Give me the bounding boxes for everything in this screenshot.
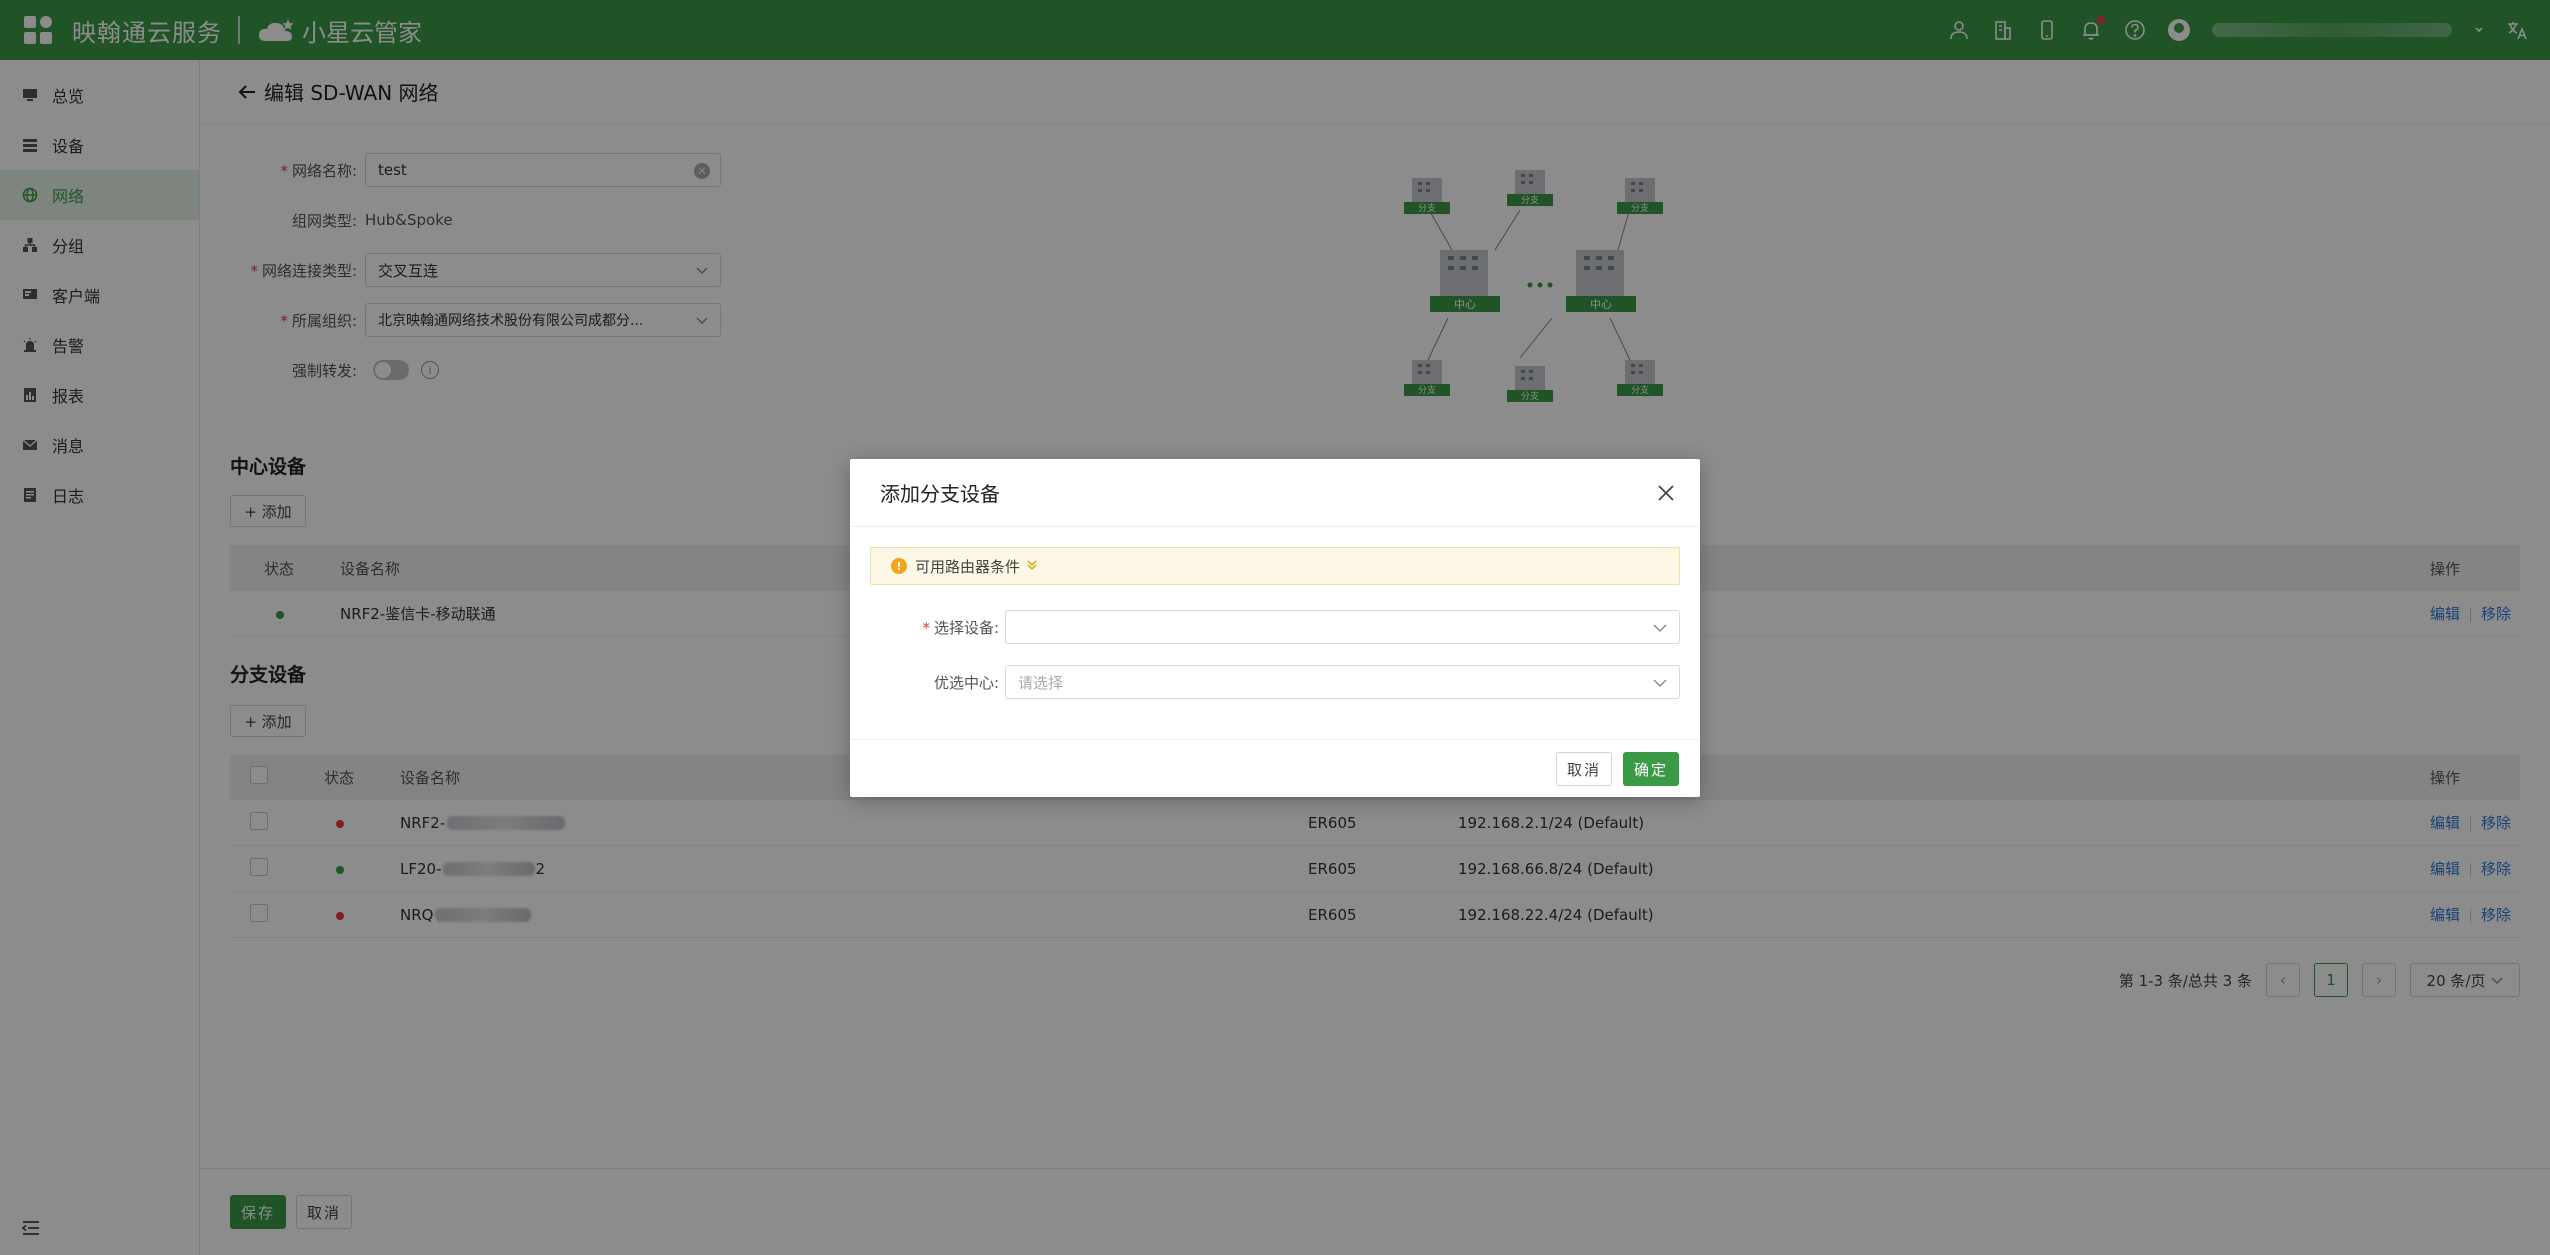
modal-title: 添加分支设备	[880, 482, 1000, 506]
warning-icon: !	[891, 558, 907, 574]
double-chevron-down-icon[interactable]	[1026, 559, 1038, 574]
add-branch-modal: 添加分支设备 ! 可用路由器条件 * 选择设备: 优选中心: 请选择 取消 确定	[850, 459, 1700, 797]
close-icon[interactable]	[1654, 481, 1678, 505]
chevron-down-icon	[1653, 679, 1667, 687]
modal-header: 添加分支设备	[850, 459, 1700, 527]
chevron-down-icon	[1653, 624, 1667, 632]
tip-text: 可用路由器条件	[915, 557, 1021, 576]
select-device-row: * 选择设备:	[850, 609, 1700, 645]
preferred-hub-select[interactable]: 请选择	[1005, 665, 1680, 699]
preferred-hub-row: 优选中心: 请选择	[850, 664, 1700, 700]
preferred-hub-placeholder: 请选择	[1018, 673, 1064, 692]
preferred-hub-label: 优选中心:	[933, 673, 999, 692]
modal-cancel-button[interactable]: 取消	[1556, 752, 1612, 786]
select-device-select[interactable]	[1005, 610, 1680, 644]
select-device-label: * 选择设备:	[922, 618, 999, 637]
router-conditions-tip[interactable]: ! 可用路由器条件	[870, 547, 1680, 585]
modal-footer: 取消 确定	[850, 739, 1700, 797]
modal-confirm-button[interactable]: 确定	[1623, 752, 1679, 786]
